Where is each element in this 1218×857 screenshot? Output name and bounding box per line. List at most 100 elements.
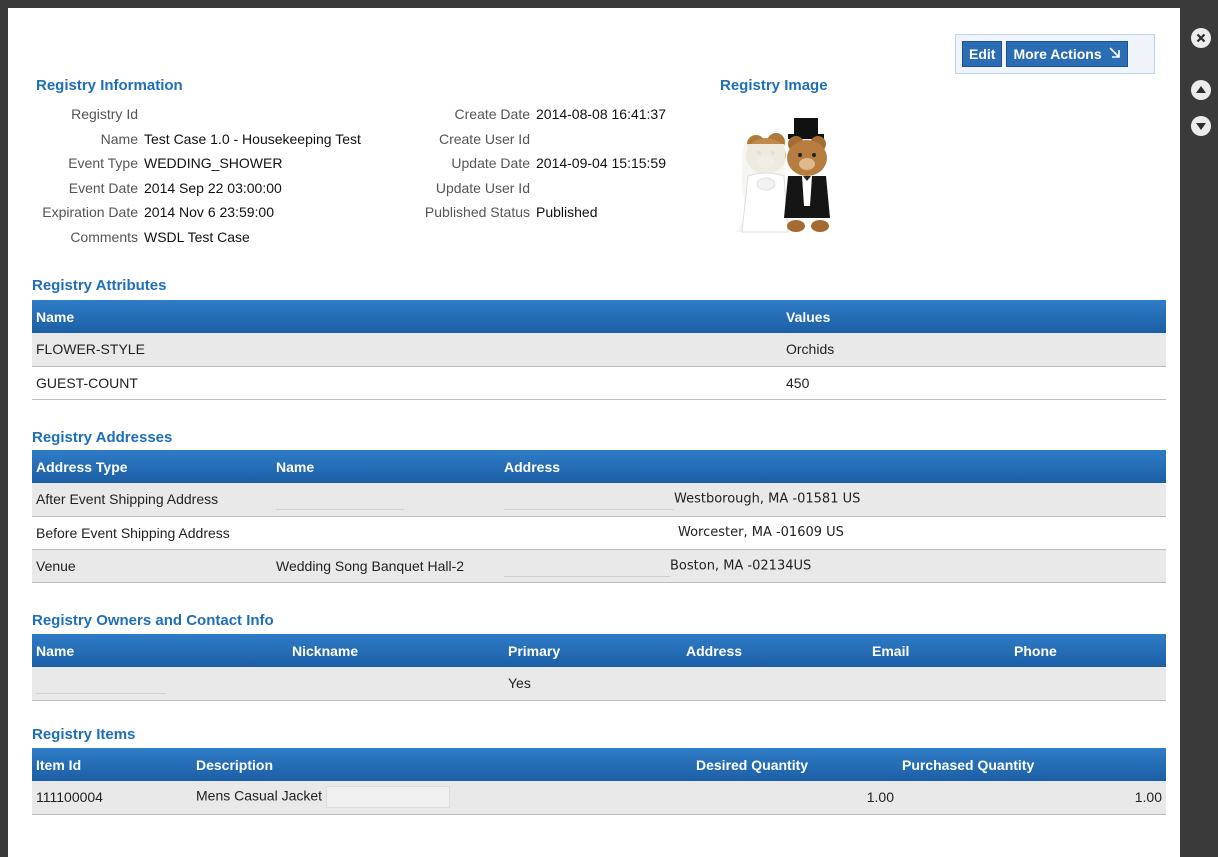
edit-button-label: Edit <box>969 46 996 62</box>
registry-addresses-table: Address Type Name Address After Event Sh… <box>32 450 1166 583</box>
cell-address: Boston, MA -02134US <box>500 549 1166 583</box>
edit-button[interactable]: Edit <box>962 41 1003 67</box>
info-row-event-date: Event Date 2014 Sep 22 03:00:00 <box>8 176 361 201</box>
address-text: Worcester, MA -01609 US <box>678 525 844 540</box>
table-row[interactable]: GUEST-COUNT 450 <box>32 366 1166 400</box>
arrow-down-right-icon <box>1108 46 1121 62</box>
info-value: Published <box>536 204 598 221</box>
column-header-address-type[interactable]: Address Type <box>32 450 272 483</box>
info-label: Comments <box>70 228 138 245</box>
registry-owners-table: Name Nickname Primary Address Email Phon… <box>32 634 1166 701</box>
blurred-name-field <box>36 672 166 695</box>
info-row-name: Name Test Case 1.0 - Housekeeping Test <box>8 127 361 152</box>
info-row-event-type: Event Type WEDDING_SHOWER <box>8 151 361 176</box>
cell-name <box>32 667 288 701</box>
cell-desired-quantity: 1.00 <box>692 781 898 815</box>
arrow-up-circle-icon[interactable] <box>1191 80 1211 100</box>
more-actions-label: More Actions <box>1013 46 1102 62</box>
registry-image <box>726 114 852 238</box>
info-row-expiration-date: Expiration Date 2014 Nov 6 23:59:00 <box>8 200 361 225</box>
info-value: 2014-09-04 15:15:59 <box>536 155 666 172</box>
info-label: Create User Id <box>438 130 530 147</box>
registry-items-title: Registry Items <box>32 726 136 743</box>
cell-phone <box>1010 667 1166 701</box>
info-value: Test Case 1.0 - Housekeeping Test <box>144 130 361 147</box>
cell-primary: Yes <box>504 667 682 701</box>
registry-info-right: Create Date 2014-08-08 16:41:37 Create U… <box>398 102 666 225</box>
cell-email <box>868 667 1010 701</box>
info-label: Event Type <box>68 155 138 172</box>
info-value: 2014 Sep 22 03:00:00 <box>144 179 282 196</box>
column-header-name[interactable]: Name <box>32 634 288 667</box>
info-value: 2014 Nov 6 23:59:00 <box>144 204 274 221</box>
registry-items-table: Item Id Description Desired Quantity Pur… <box>32 748 1166 815</box>
registry-attributes-title: Registry Attributes <box>32 277 167 294</box>
info-label: Create Date <box>454 106 530 123</box>
column-header-primary[interactable]: Primary <box>504 634 682 667</box>
info-label: Update Date <box>451 155 530 172</box>
column-header-email[interactable]: Email <box>868 634 1010 667</box>
cell-name: Wedding Song Banquet Hall-2 <box>272 549 500 583</box>
cell-name <box>272 516 500 550</box>
info-row-update-date: Update Date 2014-09-04 15:15:59 <box>398 151 666 176</box>
blurred-field <box>326 786 451 809</box>
cell-purchased-quantity: 1.00 <box>898 781 1166 815</box>
column-header-address[interactable]: Address <box>500 450 1166 483</box>
column-header-item-id[interactable]: Item Id <box>32 748 192 781</box>
close-circle-icon[interactable] <box>1191 28 1211 48</box>
info-label: Published Status <box>424 204 530 221</box>
info-label: Expiration Date <box>42 204 138 221</box>
description-text: Mens Casual Jacket <box>196 787 323 804</box>
blurred-name-field <box>276 488 404 511</box>
cell-value: Orchids <box>782 333 1166 367</box>
info-label: Update User Id <box>435 179 530 196</box>
registry-info-left: Registry Id Name Test Case 1.0 - Houseke… <box>8 102 361 249</box>
column-header-name[interactable]: Name <box>272 450 500 483</box>
action-toolbar: Edit More Actions <box>955 34 1155 74</box>
more-actions-button[interactable]: More Actions <box>1006 41 1128 67</box>
address-text: Westborough, MA -01581 US <box>674 491 861 507</box>
blurred-street-field <box>504 488 674 511</box>
info-row-registry-id: Registry Id <box>8 102 361 127</box>
info-row-comments: Comments WSDL Test Case <box>8 225 361 250</box>
registry-attributes-table: Name Values FLOWER-STYLE Orchids GUEST-C… <box>32 300 1166 400</box>
column-header-values[interactable]: Values <box>782 300 1166 333</box>
table-row[interactable]: Venue Wedding Song Banquet Hall-2 Boston… <box>32 549 1166 583</box>
column-header-purchased-quantity[interactable]: Purchased Quantity <box>898 748 1166 781</box>
address-text: Boston, MA -02134US <box>670 558 812 573</box>
column-header-description[interactable]: Description <box>192 748 692 781</box>
cell-nickname <box>288 667 504 701</box>
registry-information-title: Registry Information <box>36 77 183 94</box>
info-row-create-user-id: Create User Id <box>398 127 666 152</box>
blurred-street-field <box>504 555 670 577</box>
table-row[interactable]: Yes <box>32 667 1166 701</box>
registry-addresses-title: Registry Addresses <box>32 429 173 446</box>
cell-name: FLOWER-STYLE <box>32 333 782 367</box>
cell-address-type: Before Event Shipping Address <box>32 516 272 550</box>
cell-address <box>682 667 868 701</box>
arrow-down-circle-icon[interactable] <box>1191 116 1211 136</box>
info-label: Name <box>100 130 138 147</box>
column-header-desired-quantity[interactable]: Desired Quantity <box>692 748 898 781</box>
cell-description: Mens Casual Jacket <box>192 781 692 815</box>
column-header-name[interactable]: Name <box>32 300 782 333</box>
info-row-published-status: Published Status Published <box>398 200 666 225</box>
cell-name <box>272 483 500 517</box>
column-header-nickname[interactable]: Nickname <box>288 634 504 667</box>
info-row-update-user-id: Update User Id <box>398 176 666 201</box>
registry-detail-panel: Edit More Actions Registry Information R… <box>8 8 1180 857</box>
cell-address: Worcester, MA -01609 US <box>500 516 1166 550</box>
table-row[interactable]: Before Event Shipping Address Worcester,… <box>32 516 1166 550</box>
table-row[interactable]: FLOWER-STYLE Orchids <box>32 333 1166 367</box>
cell-value: 450 <box>782 366 1166 400</box>
cell-name: GUEST-COUNT <box>32 366 782 400</box>
info-label: Event Date <box>68 179 138 196</box>
registry-image-title: Registry Image <box>720 77 828 94</box>
table-row[interactable]: 111100004 Mens Casual Jacket 1.00 1.00 <box>32 781 1166 815</box>
info-value: WEDDING_SHOWER <box>144 155 283 172</box>
column-header-address[interactable]: Address <box>682 634 868 667</box>
info-value: WSDL Test Case <box>144 228 250 245</box>
table-row[interactable]: After Event Shipping Address Westborough… <box>32 483 1166 517</box>
info-row-create-date: Create Date 2014-08-08 16:41:37 <box>398 102 666 127</box>
column-header-phone[interactable]: Phone <box>1010 634 1166 667</box>
